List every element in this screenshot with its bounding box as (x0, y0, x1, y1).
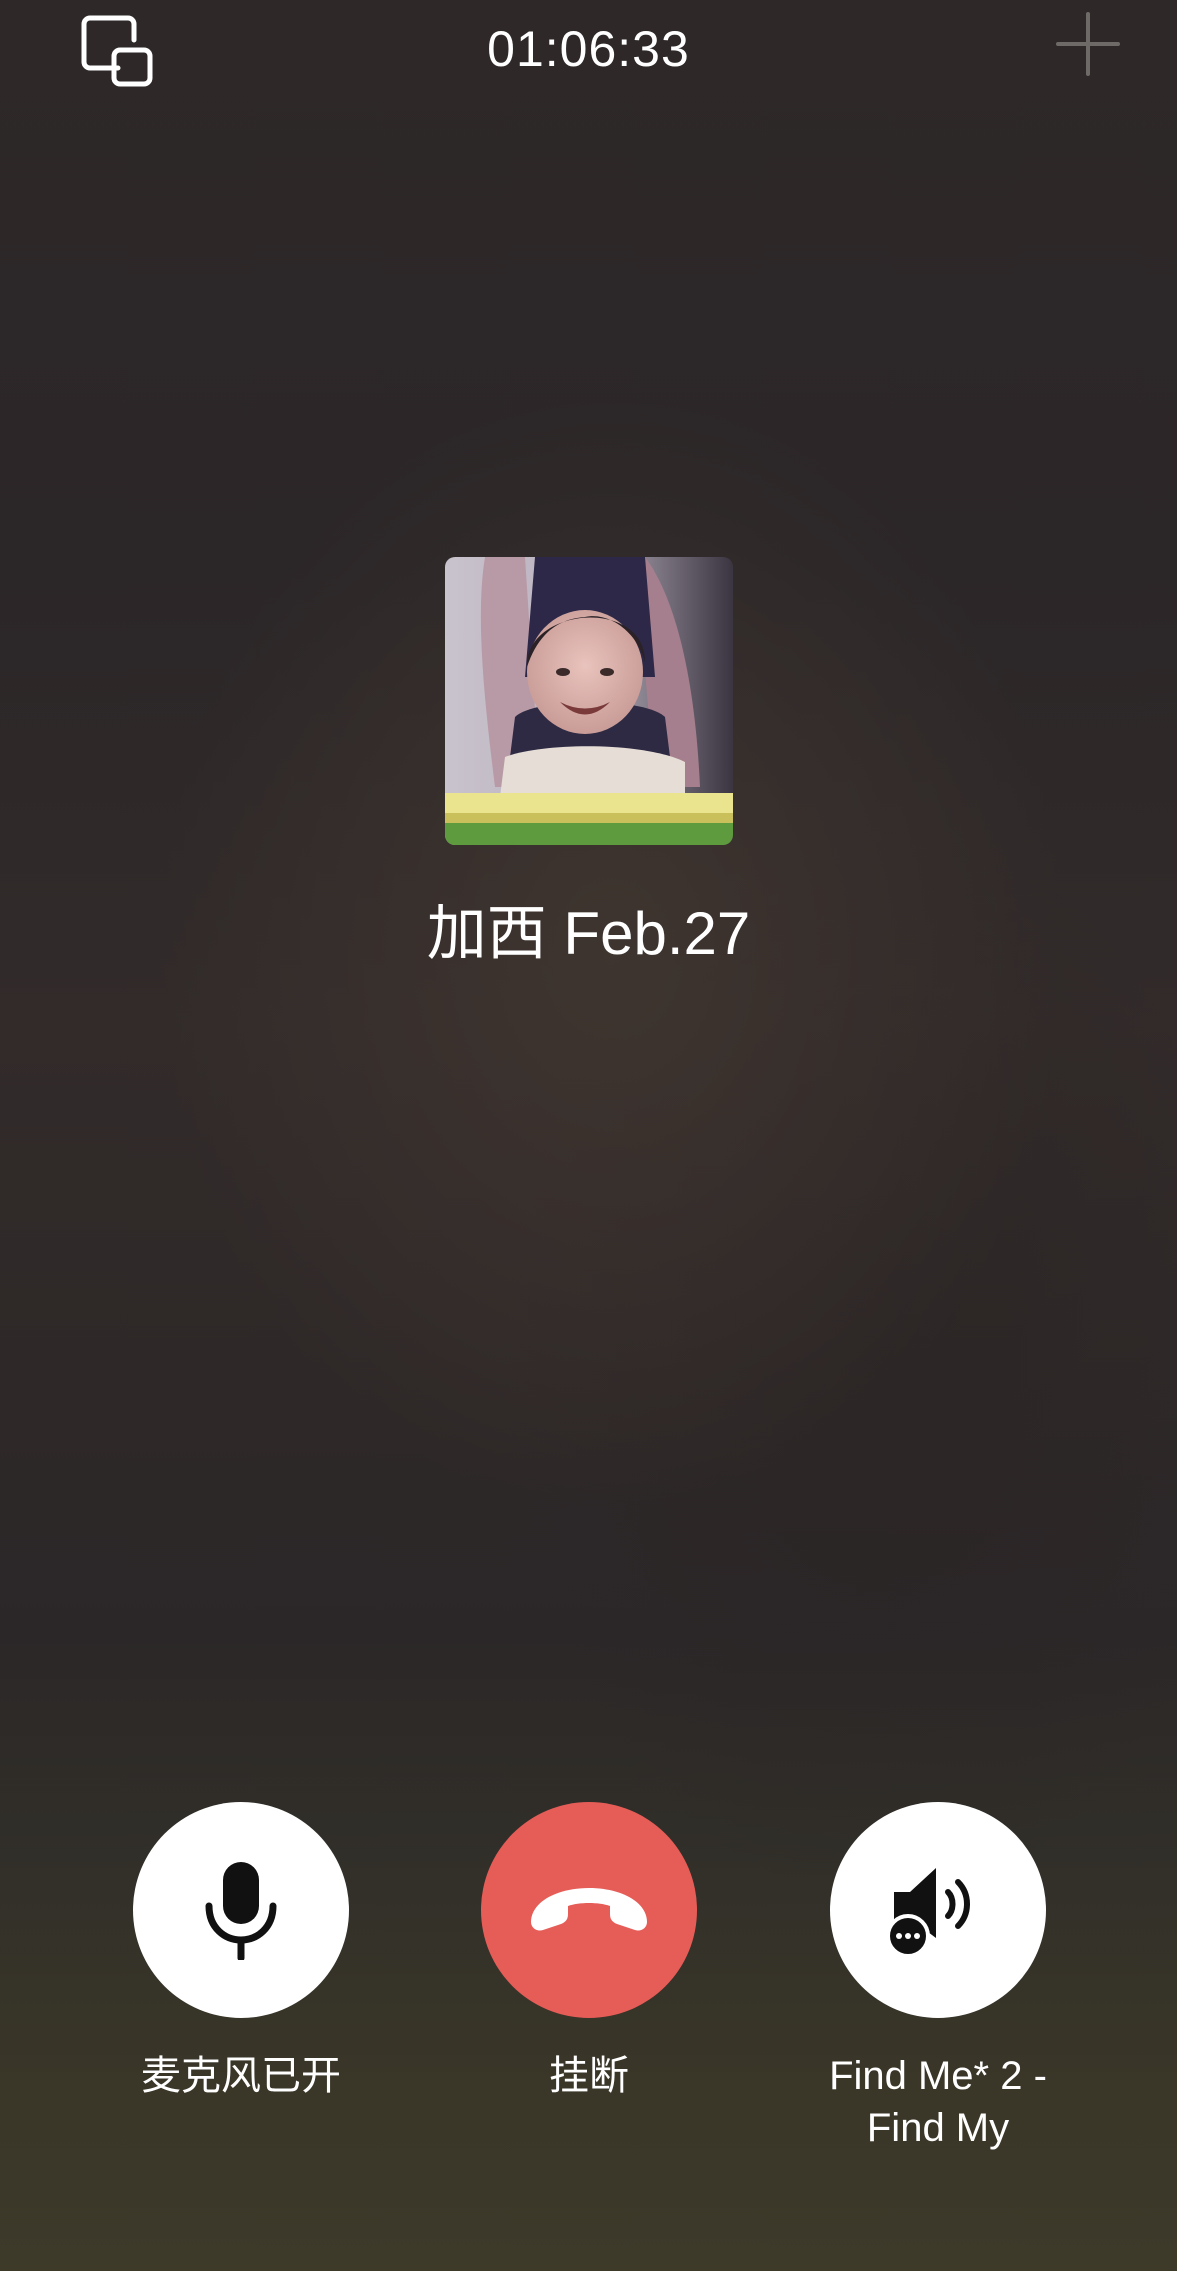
avatar-photo (445, 557, 733, 845)
mute-microphone-label: 麦克风已开 (141, 2054, 341, 2098)
audio-output-label: Find Me* 2 - Find My (829, 2054, 1047, 2150)
top-bar: 01:06:33 (0, 0, 1177, 110)
hang-up-button[interactable] (481, 1802, 697, 2018)
add-participant-button[interactable] (1056, 12, 1120, 76)
mute-microphone-button[interactable] (133, 1802, 349, 2018)
caller-name: 加西 Feb.27 (426, 900, 751, 967)
caller-avatar (445, 557, 733, 845)
speaker-bluetooth-icon (886, 1868, 970, 1958)
audio-output-button[interactable] (830, 1802, 1046, 2018)
hang-up-label: 挂断 (549, 2054, 629, 2098)
plus-icon (1056, 12, 1120, 76)
microphone-icon (205, 1862, 277, 1960)
call-duration: 01:06:33 (487, 21, 690, 77)
phone-hangup-icon (531, 1888, 647, 1931)
